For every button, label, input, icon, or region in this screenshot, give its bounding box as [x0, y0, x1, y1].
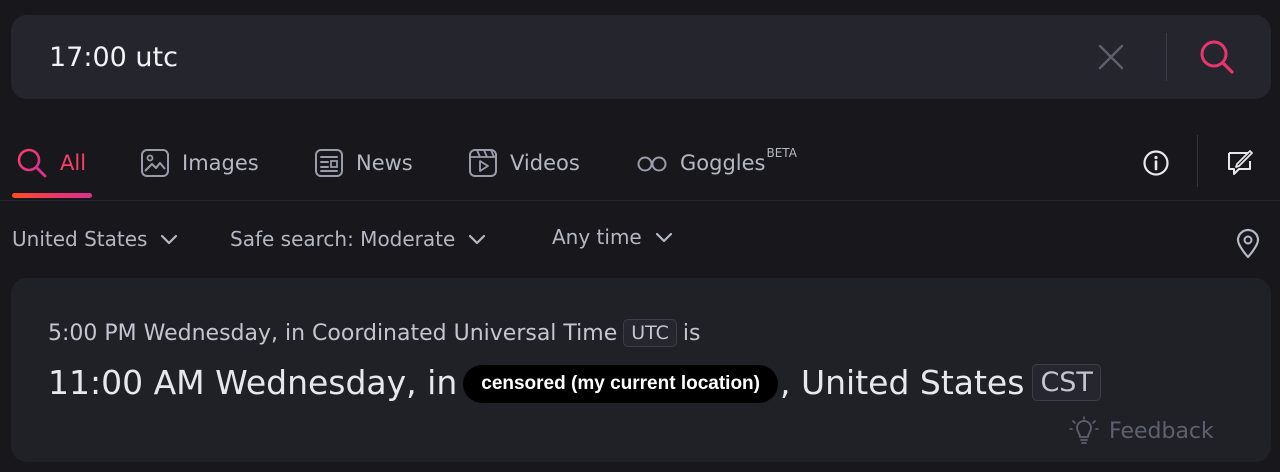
video-icon	[469, 149, 497, 177]
lightbulb-icon	[1069, 416, 1099, 444]
image-icon	[141, 149, 169, 177]
time-filter-dropdown[interactable]: Any time	[552, 220, 674, 254]
chevron-down-icon	[655, 232, 672, 243]
tabs-divider	[0, 200, 1280, 201]
time-conversion-card: 5:00 PM Wednesday, in Coordinated Univer…	[11, 278, 1271, 462]
tab-news[interactable]: News	[314, 145, 413, 181]
search-page: All Images News Videos	[0, 0, 1280, 472]
feedback-label: Feedback	[1109, 418, 1214, 444]
toolbar-divider	[1197, 135, 1198, 187]
search-bar	[11, 15, 1271, 99]
tab-label: Images	[182, 151, 259, 175]
feedback-button[interactable]	[1224, 147, 1256, 179]
goggles-icon	[637, 156, 667, 172]
safe-search-dropdown[interactable]: Safe search: Moderate	[230, 222, 487, 256]
card-feedback-button[interactable]: Feedback	[1069, 416, 1214, 446]
converted-country-text: , United States	[779, 363, 1025, 402]
tab-goggles[interactable]: Goggles BETA	[636, 145, 797, 181]
source-time-text: 5:00 PM Wednesday, in Coordinated Univer…	[48, 320, 618, 346]
beta-badge: BETA	[766, 146, 797, 160]
source-timezone-badge: UTC	[623, 319, 677, 347]
tab-label: News	[356, 151, 413, 175]
info-button[interactable]	[1140, 147, 1172, 179]
search-icon	[1200, 40, 1234, 74]
search-icon	[17, 148, 47, 178]
search-input[interactable]	[49, 37, 1049, 77]
region-filter-dropdown[interactable]: United States	[12, 222, 179, 256]
newspaper-icon	[315, 149, 343, 177]
tab-label: Goggles	[680, 151, 766, 175]
converted-timezone-badge: CST	[1032, 364, 1101, 401]
time-filter-label: Any time	[552, 225, 642, 249]
source-time-suffix: is	[682, 320, 701, 346]
tab-videos[interactable]: Videos	[468, 145, 580, 181]
feedback-icon	[1228, 150, 1253, 175]
location-pin-icon	[1236, 228, 1260, 259]
tab-images[interactable]: Images	[140, 145, 259, 181]
active-tab-indicator	[12, 193, 92, 198]
region-filter-label: United States	[12, 227, 148, 251]
tab-label: All	[60, 151, 87, 175]
clear-search-button[interactable]	[1095, 41, 1127, 73]
search-bar-divider	[1166, 33, 1167, 81]
safe-search-label: Safe search: Moderate	[230, 227, 456, 251]
info-icon	[1143, 150, 1169, 176]
source-time-line: 5:00 PM Wednesday, in Coordinated Univer…	[48, 319, 701, 347]
close-icon	[1098, 44, 1124, 70]
tab-all[interactable]: All	[16, 145, 86, 181]
location-button[interactable]	[1233, 228, 1263, 260]
search-submit-button[interactable]	[1197, 37, 1237, 77]
censored-location: censored (my current location)	[463, 364, 778, 403]
converted-time-text: 11:00 AM Wednesday, in	[48, 363, 458, 402]
chevron-down-icon	[469, 234, 486, 245]
tab-label: Videos	[510, 151, 580, 175]
search-tabs: All Images News Videos Goggles BETA	[0, 135, 1280, 201]
converted-time-line: 11:00 AM Wednesday, in censored (my curr…	[48, 363, 1107, 403]
chevron-down-icon	[161, 234, 178, 245]
